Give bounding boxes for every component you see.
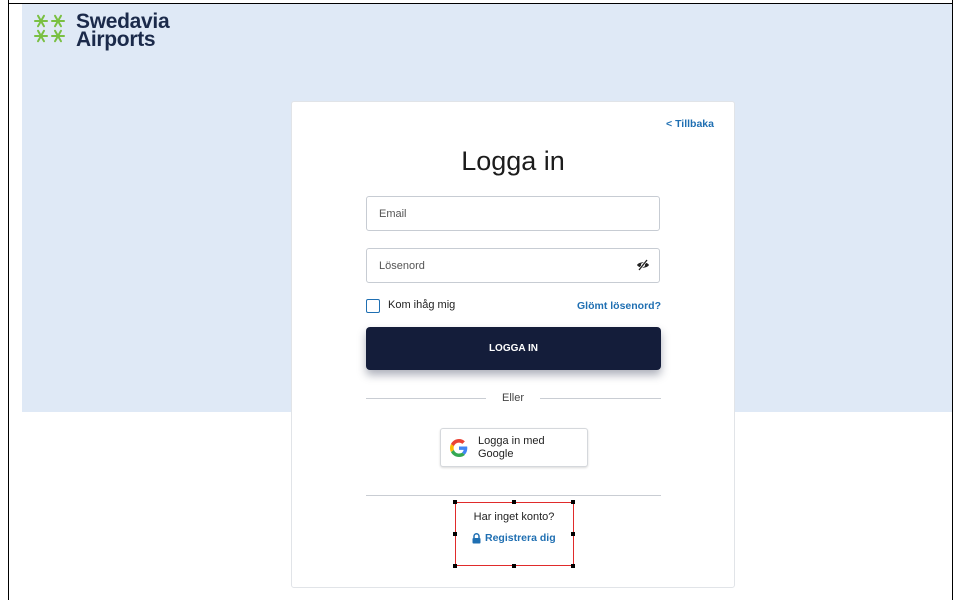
login-button[interactable]: LOGGA IN (366, 327, 661, 370)
highlight-handle-tl[interactable] (453, 500, 457, 504)
email-field[interactable] (366, 196, 660, 231)
highlight-handle-br[interactable] (571, 564, 575, 568)
brand-logo[interactable]: Swedavia Airports (32, 11, 170, 51)
eye-slash-icon[interactable] (636, 259, 650, 271)
google-login-button[interactable]: Logga in med Google (440, 428, 588, 467)
snowflake-cluster-logo-icon (34, 14, 65, 43)
or-divider-left (366, 398, 486, 399)
brand-name: Swedavia Airports (76, 11, 170, 51)
google-g-icon (450, 438, 468, 457)
highlight-handle-tr[interactable] (571, 500, 575, 504)
back-link[interactable]: < Tillbaka (666, 118, 714, 130)
remember-me-checkbox[interactable] (366, 299, 380, 313)
highlight-handle-bm[interactable] (512, 564, 516, 568)
google-button-label: Logga in med Google (478, 434, 545, 460)
password-field[interactable] (366, 248, 660, 283)
frame-border-left (8, 0, 9, 600)
highlight-handle-ml[interactable] (453, 532, 457, 536)
highlight-handle-mr[interactable] (571, 532, 575, 536)
frame-border-right (952, 0, 953, 600)
forgot-password-link[interactable]: Glömt lösenord? (577, 300, 661, 312)
or-divider-right (540, 398, 661, 399)
bottom-divider (366, 495, 661, 496)
or-separator: Eller (501, 392, 524, 404)
remember-me-label[interactable]: Kom ihåg mig (388, 299, 455, 311)
brand-name-line2: Airports (76, 28, 156, 51)
page-title: Logga in (461, 146, 565, 176)
highlight-handle-bl[interactable] (453, 564, 457, 568)
highlight-handle-tm[interactable] (512, 500, 516, 504)
highlight-box (455, 502, 574, 566)
